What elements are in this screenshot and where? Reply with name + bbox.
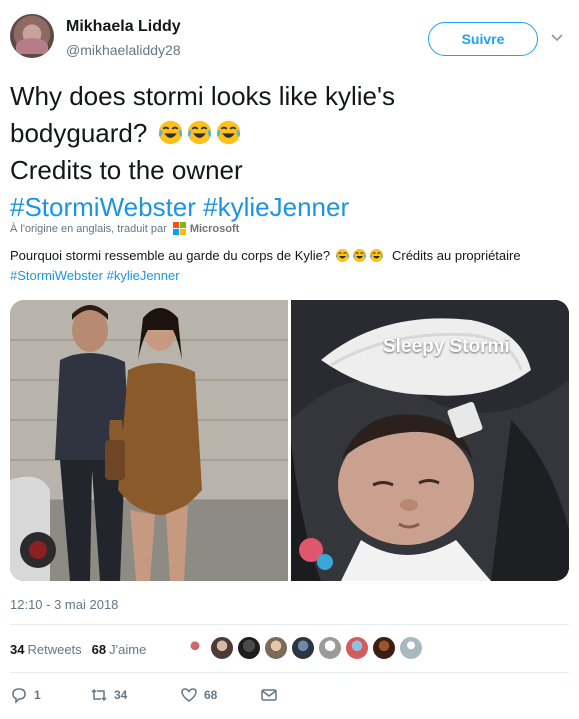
retweets-count: 34 — [10, 641, 25, 657]
laughing-crying-emoji-icon — [352, 249, 366, 262]
liker-avatar[interactable] — [345, 636, 369, 660]
tweet-line-3: Credits to the owner — [10, 155, 243, 185]
envelope-icon — [261, 689, 277, 701]
hashtag-link[interactable]: #kylieJenner — [107, 268, 180, 283]
liker-avatar[interactable] — [183, 636, 207, 660]
retweet-count: 34 — [114, 688, 128, 702]
liker-avatar[interactable] — [264, 636, 288, 660]
like-count: 68 — [204, 688, 218, 702]
translated-text-main: Pourquoi stormi ressemble au garde du co… — [10, 248, 331, 263]
translated-text-credits: Crédits au propriétaire — [391, 248, 521, 263]
retweet-icon — [91, 688, 107, 702]
laughing-crying-emoji-icon — [216, 120, 240, 145]
author-handle[interactable]: @mikhaelaliddy28 — [66, 42, 181, 58]
translation-notice-label: À l'origine en anglais, traduit par — [10, 222, 167, 235]
likes-stat[interactable]: 68 J'aime — [92, 642, 147, 657]
retweet-button[interactable]: 34 — [90, 686, 162, 704]
tweet-line-1: Why does stormi looks like kylie's — [10, 81, 395, 111]
divider — [10, 672, 569, 673]
reply-icon — [12, 688, 26, 704]
liker-avatar[interactable] — [318, 636, 342, 660]
microsoft-logo-icon — [172, 222, 186, 235]
tweet-header: Mikhaela Liddy @mikhaelaliddy28 Suivre — [10, 14, 570, 64]
translated-text: Pourquoi stormi ressemble au garde du co… — [10, 246, 572, 286]
retweets-stat[interactable]: 34 Retweets — [10, 642, 82, 657]
liker-avatar[interactable] — [399, 636, 423, 660]
liker-avatar[interactable] — [291, 636, 315, 660]
tweet-text: Why does stormi looks like kylie's bodyg… — [10, 78, 570, 226]
tweet-stats: 34 Retweets 68 J'aime — [10, 638, 156, 660]
likes-label: J'aime — [109, 641, 147, 657]
translation-provider[interactable]: Microsoft — [190, 223, 240, 235]
retweets-label: Retweets — [27, 641, 82, 657]
photo-couple-walking-image — [10, 300, 288, 581]
photo-caption: Sleepy Stormi — [383, 336, 510, 357]
tweet-timestamp[interactable]: 12:10 - 3 mai 2018 — [10, 597, 118, 612]
photo-couple-walking[interactable] — [10, 300, 288, 581]
liker-avatars — [183, 636, 423, 660]
likes-count: 68 — [91, 641, 107, 657]
tweet-media: Sleepy Stormi — [10, 300, 569, 581]
chevron-down-icon[interactable] — [548, 28, 566, 46]
translation-notice: À l'origine en anglais, traduit par Micr… — [10, 222, 239, 235]
liker-avatar[interactable] — [237, 636, 261, 660]
laughing-crying-emoji-icon — [158, 120, 182, 145]
author-avatar[interactable] — [10, 14, 54, 58]
like-button[interactable]: 68 — [180, 686, 250, 704]
divider — [10, 624, 569, 625]
reply-button[interactable]: 1 — [10, 686, 70, 704]
liker-avatar[interactable] — [372, 636, 396, 660]
heart-icon — [181, 688, 197, 702]
hashtag-link[interactable]: #kylieJenner — [203, 192, 349, 222]
hashtag-link[interactable]: #StormiWebster — [10, 268, 103, 283]
tweet-hashtags: #StormiWebster #kylieJenner — [10, 189, 570, 226]
hashtag-link[interactable]: #StormiWebster — [10, 192, 196, 222]
laughing-crying-emoji-icon — [335, 249, 349, 262]
reply-count: 1 — [34, 688, 41, 702]
tweet-actions: 1 34 68 — [10, 686, 278, 704]
laughing-crying-emoji-icon — [187, 120, 211, 145]
follow-button[interactable]: Suivre — [428, 22, 538, 56]
author-display-name[interactable]: Mikhaela Liddy — [66, 18, 181, 36]
laughing-crying-emoji-icon — [369, 249, 383, 262]
direct-message-button[interactable] — [260, 686, 278, 704]
liker-avatar[interactable] — [210, 636, 234, 660]
photo-sleeping-baby[interactable]: Sleepy Stormi — [291, 300, 569, 581]
tweet-line-2: bodyguard? — [10, 115, 570, 152]
tweet-line-2-text: bodyguard? — [10, 118, 148, 148]
